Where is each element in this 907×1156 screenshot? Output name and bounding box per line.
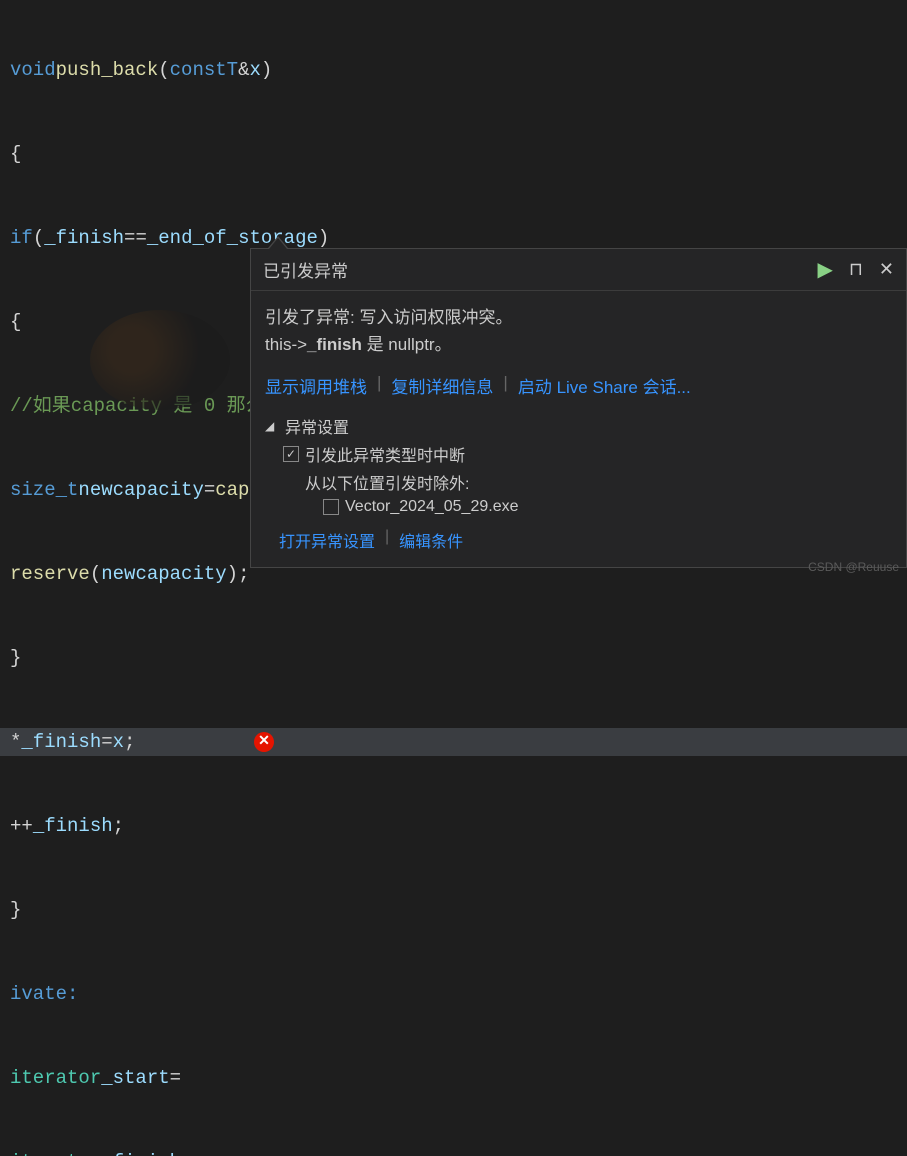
exception-settings: ◢ 异常设置 ✓ 引发此异常类型时中断 从以下位置引发时除外: Vector_2… — [265, 412, 892, 518]
code-line-error[interactable]: *_finish = x; ✕ — [0, 728, 907, 756]
checkbox-unchecked[interactable] — [323, 499, 339, 515]
exe-exclusion-row[interactable]: Vector_2024_05_29.exe — [265, 496, 892, 518]
popup-links: 显示调用堆栈 | 复制详细信息 | 启动 Live Share 会话... — [265, 373, 892, 398]
pin-icon[interactable]: ⊓ — [849, 259, 863, 280]
exception-detail: this->_finish 是 nullptr。 — [265, 330, 892, 355]
code-editor[interactable]: void push_back(const T& x) { if (_finish… — [0, 0, 907, 1156]
code-line[interactable]: } — [0, 896, 907, 924]
except-from-label: 从以下位置引发时除外: — [265, 468, 892, 496]
settings-header[interactable]: ◢ 异常设置 — [265, 412, 892, 440]
watermark: CSDN @Reuuse — [808, 560, 899, 574]
code-line[interactable]: } — [0, 644, 907, 672]
function-name: push_back — [56, 56, 159, 84]
collapse-arrow-icon[interactable]: ◢ — [265, 419, 279, 433]
edit-conditions-link[interactable]: 编辑条件 — [399, 528, 463, 552]
keyword: void — [10, 56, 56, 84]
code-line[interactable]: ++_finish; — [0, 812, 907, 840]
error-icon[interactable]: ✕ — [254, 732, 274, 752]
code-line[interactable]: ivate: — [0, 980, 907, 1008]
continue-icon[interactable]: ▶ — [817, 257, 832, 282]
bottom-links: 打开异常设置 | 编辑条件 — [265, 528, 892, 552]
liveshare-link[interactable]: 启动 Live Share 会话... — [518, 373, 691, 398]
code-line[interactable]: iterator _finish = — [0, 1148, 907, 1156]
exception-popup: 已引发异常 ▶ ⊓ ✕ 引发了异常: 写入访问权限冲突。 this->_fini… — [250, 248, 907, 568]
show-callstack-link[interactable]: 显示调用堆栈 — [265, 373, 367, 398]
close-icon[interactable]: ✕ — [879, 259, 894, 280]
code-line[interactable]: iterator _start = — [0, 1064, 907, 1092]
code-line[interactable]: { — [0, 140, 907, 168]
popup-title: 已引发异常 — [263, 257, 348, 282]
code-line[interactable]: void push_back(const T& x) — [0, 56, 907, 84]
checkbox-checked[interactable]: ✓ — [283, 446, 299, 462]
popup-header: 已引发异常 ▶ ⊓ ✕ — [251, 249, 906, 291]
break-on-exception-row[interactable]: ✓ 引发此异常类型时中断 — [265, 440, 892, 468]
open-settings-link[interactable]: 打开异常设置 — [279, 528, 375, 552]
popup-body: 引发了异常: 写入访问权限冲突。 this->_finish 是 nullptr… — [251, 291, 906, 564]
copy-details-link[interactable]: 复制详细信息 — [391, 373, 493, 398]
exception-message: 引发了异常: 写入访问权限冲突。 — [265, 303, 892, 328]
